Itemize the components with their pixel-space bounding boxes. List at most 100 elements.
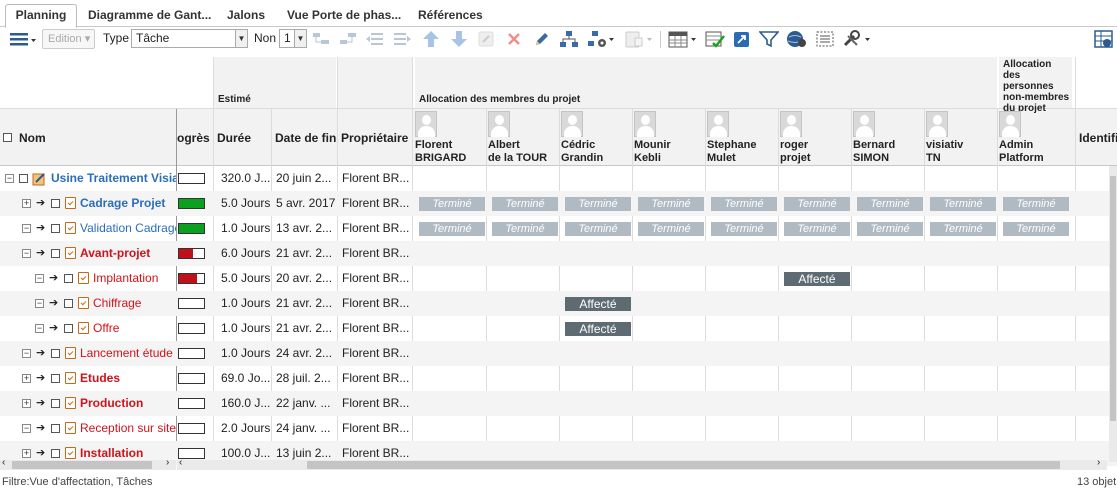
member-header[interactable]: Cédric Grandin xyxy=(561,139,603,165)
tab-gantt[interactable]: Diagramme de Gant... xyxy=(88,6,211,27)
open-external-button[interactable] xyxy=(731,29,753,49)
delete-button[interactable] xyxy=(503,29,525,49)
row-checkbox[interactable] xyxy=(64,324,73,333)
table-row[interactable]: − ➔ Validation Cadrage 1.0 Jours 13 avr. 2..… xyxy=(0,216,1117,241)
edition-button[interactable]: Edition ▾ xyxy=(42,29,95,49)
tab-phase-gate[interactable]: Vue Porte de phas... xyxy=(287,6,401,27)
allocation-status-badge[interactable]: Terminé xyxy=(711,197,777,211)
level-select[interactable]: 1 ▼ xyxy=(279,29,307,48)
row-checkbox[interactable] xyxy=(51,449,60,458)
allocation-status-badge[interactable]: Affecté xyxy=(565,297,631,311)
tools-button[interactable] xyxy=(841,29,873,49)
column-nom[interactable]: Nom xyxy=(19,131,46,145)
task-name-link[interactable]: Validation Cadrage xyxy=(80,216,176,241)
scroll-left-icon[interactable]: ‹ xyxy=(179,457,182,468)
row-checkbox[interactable] xyxy=(51,374,60,383)
edit-button[interactable] xyxy=(531,29,553,49)
export-button[interactable] xyxy=(1092,29,1116,49)
table-row[interactable]: − Usine Traitement Visiat 320.0 J... 20 jui… xyxy=(0,166,1117,191)
select-area-button[interactable] xyxy=(814,29,836,49)
task-name-link[interactable]: Etudes xyxy=(80,366,176,391)
member-header[interactable]: Stephane Mulet xyxy=(707,139,757,165)
table-row[interactable]: − ➔ Chiffrage 1.0 Jours 21 avr. 2... Florent … xyxy=(0,291,1117,316)
table-view-button[interactable] xyxy=(666,29,700,49)
member-header[interactable]: visiativ TN xyxy=(926,139,963,165)
member-header[interactable]: Bernard SIMON xyxy=(853,139,895,165)
outdent-button[interactable] xyxy=(364,29,386,49)
type-select[interactable]: Tâche ▼ xyxy=(131,29,248,48)
allocation-status-badge[interactable]: Terminé xyxy=(492,222,558,236)
allocation-status-badge[interactable]: Terminé xyxy=(784,197,850,211)
expand-toggle-icon[interactable]: − xyxy=(22,249,31,258)
allocation-status-badge[interactable]: Terminé xyxy=(492,197,558,211)
allocation-status-badge[interactable]: Terminé xyxy=(1003,197,1069,211)
task-name-link[interactable]: Cadrage Projet xyxy=(80,191,176,216)
task-name-link[interactable]: Chiffrage xyxy=(93,291,176,316)
expand-toggle-icon[interactable]: + xyxy=(22,399,31,408)
allocation-status-badge[interactable]: Affecté xyxy=(784,272,850,286)
structure-settings-button[interactable] xyxy=(586,29,616,49)
expand-toggle-icon[interactable]: − xyxy=(22,224,31,233)
scrollbar-thumb[interactable] xyxy=(307,461,1060,469)
table-row[interactable]: − ➔ Offre 1.0 Jours 21 avr. 2... Florent BR..… xyxy=(0,316,1117,341)
link-button[interactable] xyxy=(475,29,497,49)
scrollbar-thumb[interactable] xyxy=(1110,176,1116,421)
task-name-link[interactable]: Production xyxy=(80,391,176,416)
allocation-status-badge[interactable]: Terminé xyxy=(784,222,850,236)
task-name-link[interactable]: Implantation xyxy=(93,266,176,291)
allocation-status-badge[interactable]: Terminé xyxy=(419,197,485,211)
expand-toggle-icon[interactable]: − xyxy=(35,274,44,283)
menu-button[interactable] xyxy=(8,29,38,49)
allocation-status-badge[interactable]: Affecté xyxy=(565,322,631,336)
scroll-right-icon[interactable]: › xyxy=(1097,457,1100,468)
column-progres[interactable]: ogrès xyxy=(177,131,213,145)
table-row[interactable]: − ➔ Lancement étude 1.0 Jours 24 avr. 2... Fl… xyxy=(0,341,1117,366)
allocation-status-badge[interactable]: Terminé xyxy=(1003,222,1069,236)
row-checkbox[interactable] xyxy=(19,174,28,183)
allocation-status-badge[interactable]: Terminé xyxy=(857,197,923,211)
indent-button[interactable] xyxy=(391,29,413,49)
table-row[interactable]: − ➔ Reception sur site 2.0 Jours 24 janv. ..… xyxy=(0,416,1117,441)
allocation-status-badge[interactable]: Terminé xyxy=(419,222,485,236)
allocation-status-badge[interactable]: Terminé xyxy=(638,197,704,211)
row-checkbox[interactable] xyxy=(51,224,60,233)
expand-toggle-icon[interactable]: − xyxy=(22,424,31,433)
member-header[interactable]: Mounir Kebli xyxy=(634,139,671,165)
row-checkbox[interactable] xyxy=(51,249,60,258)
right-horizontal-scrollbar[interactable]: ‹ › xyxy=(177,457,1107,470)
tab-planning[interactable]: Planning xyxy=(5,4,77,28)
allocation-status-badge[interactable]: Terminé xyxy=(857,222,923,236)
row-checkbox[interactable] xyxy=(51,424,60,433)
indent-tree-button[interactable] xyxy=(310,29,332,49)
paste-button[interactable] xyxy=(622,29,656,49)
allocation-status-badge[interactable]: Terminé xyxy=(565,222,631,236)
allocation-status-badge[interactable]: Terminé xyxy=(711,222,777,236)
tab-references[interactable]: Références xyxy=(418,6,483,27)
column-identifiant[interactable]: Identifia xyxy=(1079,131,1117,145)
row-checkbox[interactable] xyxy=(64,274,73,283)
task-name-link[interactable]: Avant-projet xyxy=(80,241,176,266)
table-row[interactable]: + ➔ Cadrage Projet 5.0 Jours 5 avr. 2017 Flor… xyxy=(0,191,1117,216)
allocation-status-badge[interactable]: Terminé xyxy=(565,197,631,211)
expand-toggle-icon[interactable]: − xyxy=(22,349,31,358)
table-row[interactable]: + ➔ Production 160.0 J... 22 janv. ... Floren… xyxy=(0,391,1117,416)
row-checkbox[interactable] xyxy=(64,299,73,308)
structure-button[interactable] xyxy=(558,29,580,49)
expand-toggle-icon[interactable]: + xyxy=(22,449,31,458)
row-checkbox[interactable] xyxy=(51,349,60,358)
table-row[interactable]: − ➔ Implantation 5.0 Jours 20 avr. 2... Flore… xyxy=(0,266,1117,291)
table-row[interactable]: − ➔ Avant-projet 6.0 Jours 21 avr. 2... Flore… xyxy=(0,241,1117,266)
task-name-link[interactable]: Offre xyxy=(93,316,176,341)
column-date-fin[interactable]: Date de fin xyxy=(275,131,336,145)
allocation-status-badge[interactable]: Terminé xyxy=(638,222,704,236)
filter-button[interactable] xyxy=(758,29,780,49)
tab-jalons[interactable]: Jalons xyxy=(227,6,265,27)
allocation-status-badge[interactable]: Terminé xyxy=(930,222,996,236)
allocation-status-badge[interactable]: Terminé xyxy=(930,197,996,211)
scroll-left-icon[interactable]: ‹ xyxy=(2,457,5,468)
member-header[interactable]: roger projet xyxy=(780,139,811,165)
outdent-tree-button[interactable] xyxy=(337,29,359,49)
expand-toggle-icon[interactable]: − xyxy=(35,324,44,333)
select-all-checkbox[interactable] xyxy=(3,133,12,142)
table-row[interactable]: + ➔ Etudes 69.0 Jo... 28 juil. 2... Florent B… xyxy=(0,366,1117,391)
